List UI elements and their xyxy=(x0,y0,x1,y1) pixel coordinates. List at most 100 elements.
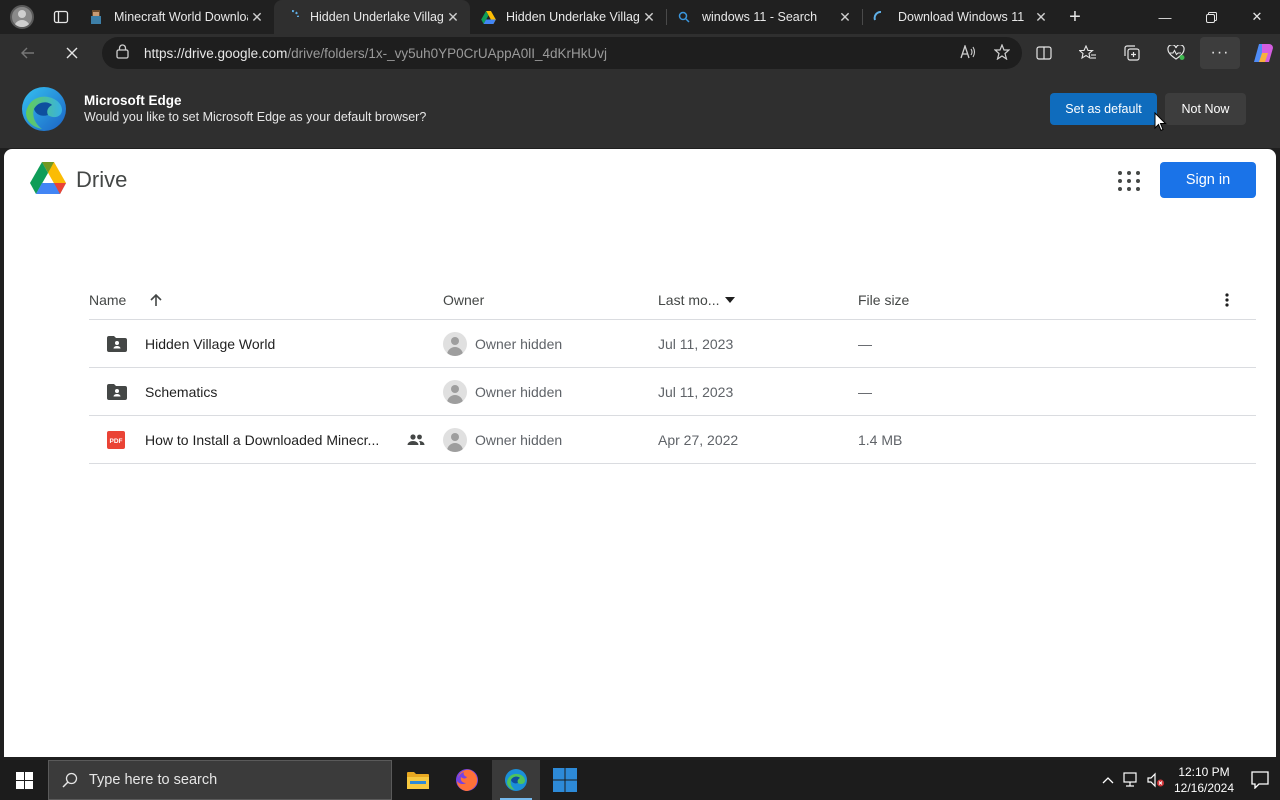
favorite-star-icon[interactable] xyxy=(993,42,1011,63)
url-host: https://drive.google.com xyxy=(144,45,288,61)
column-file-size[interactable]: File size xyxy=(858,280,909,320)
loading-spinner-icon xyxy=(872,9,888,25)
more-options-button[interactable] xyxy=(1225,280,1229,320)
infobar-title: Microsoft Edge xyxy=(84,93,182,108)
modified-date: Jul 11, 2023 xyxy=(658,336,734,352)
settings-more-button[interactable]: ··· xyxy=(1200,37,1240,69)
file-list-header: Name Owner Last mo... File size xyxy=(89,280,1256,320)
column-owner-label: Owner xyxy=(443,292,485,308)
owner-avatar-icon xyxy=(443,332,467,356)
shared-folder-icon xyxy=(107,368,127,416)
table-row[interactable]: PDF How to Install a Downloaded Minecr..… xyxy=(89,416,1256,464)
minimize-button[interactable]: — xyxy=(1142,0,1188,34)
shared-people-icon xyxy=(407,416,425,464)
tab-4[interactable]: Download Windows 11 ✕ xyxy=(862,0,1058,34)
browser-essentials-button[interactable] xyxy=(1154,37,1198,69)
split-screen-button[interactable] xyxy=(1022,37,1066,69)
taskbar-search-box[interactable]: Type here to search xyxy=(48,760,392,800)
plus-icon: + xyxy=(1069,5,1081,28)
column-owner[interactable]: Owner xyxy=(443,280,484,320)
search-icon xyxy=(676,9,692,25)
sign-in-button[interactable]: Sign in xyxy=(1160,162,1256,198)
tab-strip: Minecraft World Downloa ✕ Hidden Underla… xyxy=(0,0,1280,34)
read-aloud-icon[interactable] xyxy=(960,43,976,62)
modified-date: Apr 27, 2022 xyxy=(658,432,739,448)
table-row[interactable]: Hidden Village World Owner hidden Jul 11… xyxy=(89,320,1256,368)
close-tab-icon[interactable]: ✕ xyxy=(836,8,854,26)
owner-cell: Owner hidden xyxy=(443,416,562,464)
owner-avatar-icon xyxy=(443,380,467,404)
sort-ascending-button[interactable] xyxy=(149,280,163,320)
caret-down-icon xyxy=(725,297,736,303)
file-name: Hidden Village World xyxy=(145,336,276,352)
collections-button[interactable] xyxy=(1110,37,1154,69)
tab-2[interactable]: Hidden Underlake Village ✕ xyxy=(470,0,667,34)
tab-0[interactable]: Minecraft World Downloa ✕ xyxy=(78,0,275,34)
copilot-icon xyxy=(1254,44,1273,62)
notification-icon xyxy=(1251,771,1269,789)
taskbar-windows-app[interactable] xyxy=(541,760,589,800)
restore-button[interactable] xyxy=(1188,0,1234,34)
tab-3[interactable]: windows 11 - Search ✕ xyxy=(666,0,863,34)
drive-page: Drive Sign in Name Owner Last mo... File… xyxy=(4,149,1276,757)
file-size: — xyxy=(858,336,872,352)
file-name: How to Install a Downloaded Minecr... xyxy=(145,432,380,448)
pdf-icon: PDF xyxy=(107,416,127,464)
file-size: — xyxy=(858,384,872,400)
google-apps-grid-icon[interactable] xyxy=(1116,169,1140,193)
arrow-up-icon xyxy=(150,293,162,306)
stop-loading-button[interactable] xyxy=(54,37,90,69)
modified-date: Jul 11, 2023 xyxy=(658,384,734,400)
taskbar-file-explorer[interactable] xyxy=(394,760,442,800)
file-name: Schematics xyxy=(145,384,218,400)
google-drive-logo-icon[interactable] xyxy=(30,162,66,194)
close-window-button[interactable]: ✕ xyxy=(1234,0,1280,34)
favorites-button[interactable] xyxy=(1066,37,1110,69)
loading-spinner-icon xyxy=(284,9,300,25)
url-path: /drive/folders/1x-_vy5uh0YP0CrUAppA0lI_4… xyxy=(287,45,607,61)
not-now-button[interactable]: Not Now xyxy=(1165,93,1246,125)
table-row[interactable]: Schematics Owner hidden Jul 11, 2023 — xyxy=(89,368,1256,416)
show-hidden-icons-chevron-icon[interactable] xyxy=(1096,776,1120,784)
tab-1[interactable]: Hidden Underlake Village ✕ xyxy=(274,0,470,34)
close-tab-icon[interactable]: ✕ xyxy=(640,8,658,26)
new-tab-button[interactable]: + xyxy=(1058,0,1092,34)
edge-icon xyxy=(505,769,527,791)
taskbar-clock[interactable]: 12:10 PM 12/16/2024 xyxy=(1168,764,1240,796)
profile-button[interactable] xyxy=(0,0,44,34)
taskbar-firefox[interactable] xyxy=(443,760,491,800)
tab-title: Hidden Underlake Village xyxy=(310,10,444,24)
back-button[interactable] xyxy=(10,37,46,69)
drive-product-name[interactable]: Drive xyxy=(76,167,127,193)
close-tab-icon[interactable]: ✕ xyxy=(1032,8,1050,26)
column-file-size-label: File size xyxy=(858,292,910,308)
browser-toolbar: https://drive.google.com/drive/folders/1… xyxy=(0,34,1280,72)
tab-actions-button[interactable] xyxy=(44,0,78,34)
address-bar[interactable]: https://drive.google.com/drive/folders/1… xyxy=(102,37,1022,69)
windows-logo-icon xyxy=(15,771,33,789)
volume-muted-icon[interactable] xyxy=(1144,772,1168,788)
network-icon[interactable] xyxy=(1120,772,1144,788)
taskbar-edge[interactable] xyxy=(492,760,540,800)
tab-title: Download Windows 11 xyxy=(898,10,1025,24)
start-button[interactable] xyxy=(0,760,48,800)
back-arrow-icon xyxy=(21,47,34,59)
tab-title: Minecraft World Downloa xyxy=(114,10,248,24)
restore-icon xyxy=(1205,11,1217,23)
owner-cell: Owner hidden xyxy=(443,368,562,416)
window-controls: — ✕ xyxy=(1142,0,1280,34)
column-name[interactable]: Name xyxy=(89,280,126,320)
heartbeat-icon xyxy=(1167,45,1185,60)
close-tab-icon[interactable]: ✕ xyxy=(444,8,462,26)
column-last-modified[interactable]: Last mo... xyxy=(658,280,736,320)
windows-tiles-icon xyxy=(553,768,577,792)
column-last-modified-label: Last mo... xyxy=(658,292,720,308)
collections-icon xyxy=(1124,45,1140,61)
notifications-button[interactable] xyxy=(1240,771,1280,789)
lock-icon[interactable] xyxy=(116,44,132,62)
shared-folder-icon xyxy=(107,320,127,368)
google-drive-icon xyxy=(480,9,496,25)
close-tab-icon[interactable]: ✕ xyxy=(248,8,266,26)
set-as-default-button[interactable]: Set as default xyxy=(1050,93,1157,125)
copilot-button[interactable] xyxy=(1242,37,1280,69)
